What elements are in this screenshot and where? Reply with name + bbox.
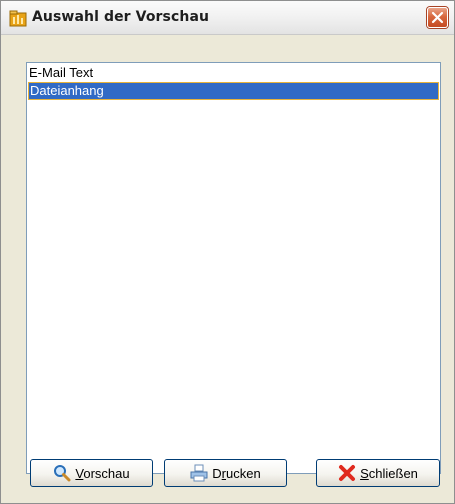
magnifier-icon [54,465,71,482]
close-window-button[interactable] [427,7,448,28]
close-button[interactable]: Schließen [316,459,440,487]
list-item-dateianhang[interactable]: Dateianhang [28,82,439,100]
close-icon [431,11,444,24]
hotkey-letter: S [360,465,369,481]
close-button-label: Schließen [360,466,418,481]
window-title: Auswahl der Vorschau [32,9,210,25]
preview-button-label: Vorschau [75,466,129,481]
list-item-email-text[interactable]: E-Mail Text [28,64,439,82]
folder-app-icon [9,10,27,27]
red-x-icon [339,465,356,481]
preview-listbox[interactable]: E-Mail Text Dateianhang [26,62,441,474]
preview-button[interactable]: Vorschau [30,459,153,487]
print-button[interactable]: Drucken [164,459,287,487]
label-part: chließen [368,465,418,481]
label-part: ucken [226,465,261,481]
title-bar[interactable]: Auswahl der Vorschau [1,1,454,35]
dialog-content: E-Mail Text Dateianhang Vorschau Drucken… [1,35,454,503]
dialog-window: Auswahl der Vorschau E-Mail Text Dateian… [0,0,455,504]
label-part: D [212,465,222,481]
label-part: orschau [83,465,130,481]
printer-icon [190,464,208,482]
print-button-label: Drucken [212,466,260,481]
